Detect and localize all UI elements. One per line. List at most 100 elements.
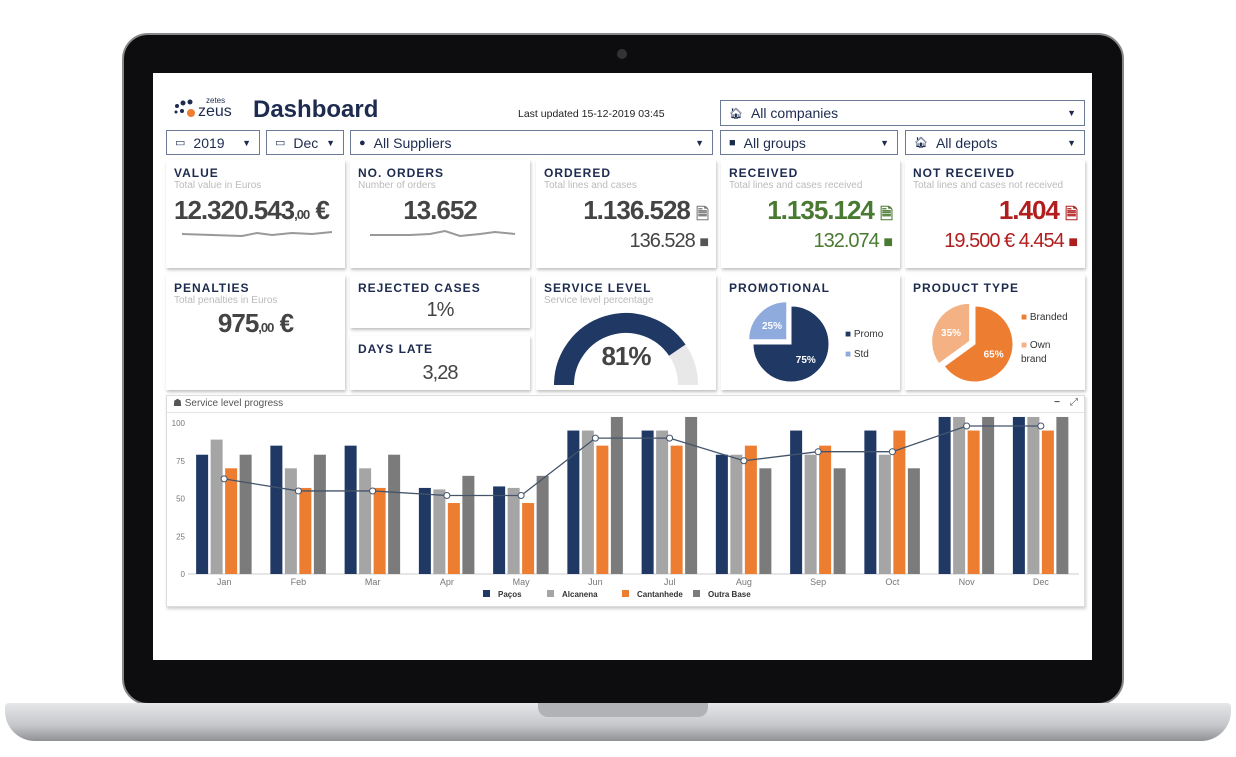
legend-label: Std (853, 349, 869, 360)
companies-dropdown[interactable]: 🏠︎ All companies ▼ (720, 100, 1085, 126)
laptop-notch (538, 703, 708, 717)
bar-outra-base-jun (610, 416, 623, 574)
legend-own-brand: ■ Own brand (1021, 340, 1051, 365)
x-tick-label: Mar (365, 577, 381, 587)
bar-cantanhede-aug (744, 445, 757, 574)
card-title: ORDERED (544, 166, 612, 180)
card-title: PENALTIES (174, 281, 250, 295)
y-tick-label: 50 (176, 495, 185, 504)
y-tick-label: 0 (181, 570, 186, 579)
chevron-down-icon: ▼ (1067, 108, 1076, 118)
value-sparkline (181, 231, 333, 238)
card-title: PRODUCT TYPE (913, 281, 1020, 295)
bar-outra-base-aug (759, 468, 772, 574)
card-subtitle: Total lines and cases (544, 180, 637, 191)
chevron-down-icon: ▼ (880, 137, 889, 148)
chevron-down-icon: ▼ (1067, 137, 1076, 148)
legend-label: Paços (498, 590, 522, 599)
logo-mark-icon (174, 99, 195, 117)
value-decimals: ,00 (294, 207, 310, 222)
companies-value: All companies (750, 105, 839, 121)
suppliers-value: All Suppliers (373, 134, 452, 151)
minimize-button[interactable]: − (1054, 397, 1060, 408)
expand-button[interactable]: ⤢ (1070, 397, 1078, 408)
bar-alcanena-nov (953, 416, 966, 574)
bar-paços-jul (641, 430, 654, 574)
not-received-lines: 1.404 (998, 195, 1060, 225)
pie-label: 65% (984, 349, 1004, 360)
x-tick-label: May (513, 577, 531, 587)
legend-swatch (483, 590, 490, 597)
month-dropdown[interactable]: ▭ Dec ▼ (266, 130, 344, 155)
orders-sparkline (370, 229, 516, 238)
rejected-card: REJECTED CASES 1% (350, 275, 530, 328)
bar-alcanena-jan (210, 439, 223, 574)
groups-dropdown[interactable]: ■ All groups ▼ (720, 130, 898, 155)
chart-title: Service level progress (184, 398, 284, 409)
card-subtitle: Total lines and cases received (729, 180, 863, 191)
archive-icon: ■ (883, 234, 893, 251)
days-late-value: 3,28 (422, 362, 459, 384)
archive-icon: ■ (729, 136, 736, 149)
line-point (888, 448, 896, 456)
line-point (220, 475, 228, 483)
year-dropdown[interactable]: ▭ 2019 ▼ (166, 130, 260, 155)
card-title: VALUE (174, 166, 219, 180)
logo: zetes zeus (173, 96, 243, 121)
line-point (294, 487, 302, 495)
bar-paços-nov (938, 416, 951, 574)
calendar-icon: ▭ (275, 137, 286, 149)
bar-paços-sep (790, 430, 803, 574)
bar-paços-mar (344, 445, 357, 574)
bar-paços-dec (1012, 416, 1025, 574)
bar-outra-base-apr (462, 475, 475, 574)
bar-alcanena-sep (804, 454, 817, 574)
bar-alcanena-jul (656, 430, 669, 574)
bar-paços-apr (418, 487, 431, 574)
bar-cantanhede-apr (447, 503, 460, 574)
card-subtitle: Number of orders (358, 180, 436, 191)
card-subtitle: Total penalties in Euros (174, 295, 278, 306)
pie-label: 75% (796, 355, 816, 366)
x-tick-label: Dec (1033, 577, 1050, 587)
page-title: Dashboard (253, 96, 379, 123)
home-icon: 🏠︎ (729, 107, 743, 120)
card-subtitle: Total lines and cases not received (913, 180, 1064, 191)
bar-outra-base-dec (1056, 416, 1069, 574)
suppliers-dropdown[interactable]: ● All Suppliers ▼ (350, 130, 713, 155)
bar-alcanena-dec (1027, 416, 1040, 574)
service-level-chart: 0 25 50 75 100 Jan Feb Mar Apr May Jun Jul Aug Sep Oct… (172, 416, 1079, 599)
line-point (517, 491, 525, 499)
ordered-lines: 1.136.528 (583, 195, 691, 225)
received-card: RECEIVED Total lines and cases received … (721, 160, 900, 268)
product-type-pie: 65% 35% (931, 302, 1014, 383)
line-point (1037, 422, 1045, 430)
card-title: NO. ORDERS (358, 166, 445, 180)
x-tick-label: Nov (959, 577, 976, 587)
depots-dropdown[interactable]: 🏠︎ All depots ▼ (905, 130, 1085, 155)
bar-cantanhede-feb (299, 487, 312, 574)
bar-cantanhede-jun (596, 445, 609, 574)
legend-label: Branded (1029, 312, 1068, 323)
bar-paços-may (493, 486, 506, 574)
y-tick-label: 100 (172, 419, 186, 428)
card-title: REJECTED CASES (358, 281, 481, 295)
y-tick-label: 75 (176, 457, 185, 466)
bar-outra-base-jul (685, 416, 698, 574)
card-subtitle: Total value in Euros (174, 180, 262, 191)
not-received-cases: 4.454 (1018, 230, 1065, 252)
value-card: VALUE Total value in Euros 12.320.543,00… (166, 160, 345, 268)
x-tick-label: Jul (664, 577, 676, 587)
bar-cantanhede-mar (373, 487, 386, 574)
legend-std: ■ Std (845, 349, 869, 360)
logo-text: zeus (198, 103, 232, 120)
received-cases: 132.074 (813, 230, 879, 252)
legend-promo: ■ Promo (845, 329, 884, 340)
orders-value: 13.652 (403, 195, 478, 225)
received-lines: 1.135.124 (767, 195, 875, 225)
not-received-card: NOT RECEIVED Total lines and cases not r… (905, 160, 1085, 268)
legend-label: Promo (853, 329, 884, 340)
chart-header: ☗ Service level progress − ⤢ (167, 396, 1084, 413)
line-point (963, 422, 971, 430)
x-tick-label: Oct (885, 577, 900, 587)
